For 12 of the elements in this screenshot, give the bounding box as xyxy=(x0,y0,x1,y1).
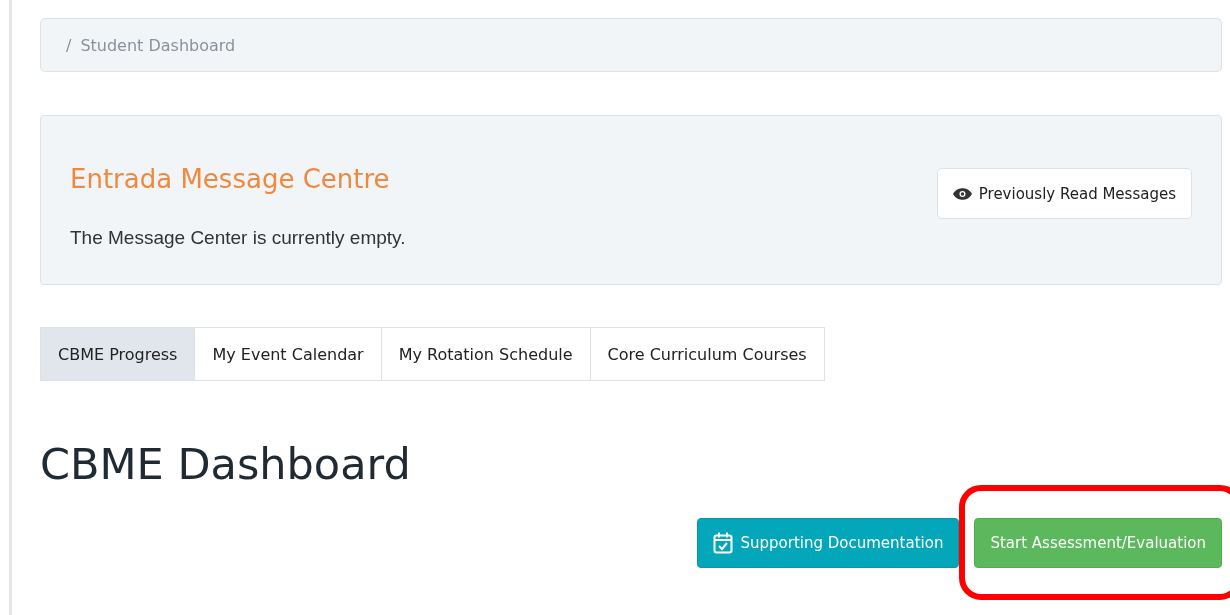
tab[interactable]: CBME Progress xyxy=(40,327,196,381)
empty-message: The Message Center is currently empty. xyxy=(70,226,406,249)
tab[interactable]: My Rotation Schedule xyxy=(380,327,591,381)
page-heading: CBME Dashboard xyxy=(40,439,412,489)
eye-icon xyxy=(952,187,972,200)
breadcrumb-current: Student Dashboard xyxy=(80,35,236,55)
panel-title: Entrada Message Centre xyxy=(70,163,391,194)
tab[interactable]: My Event Calendar xyxy=(194,327,382,381)
tab[interactable]: Core Curriculum Courses xyxy=(589,327,825,381)
calendar-check-icon xyxy=(712,532,733,554)
breadcrumb-separator: / xyxy=(66,35,72,55)
previously-read-button[interactable]: Previously Read Messages xyxy=(936,168,1192,219)
